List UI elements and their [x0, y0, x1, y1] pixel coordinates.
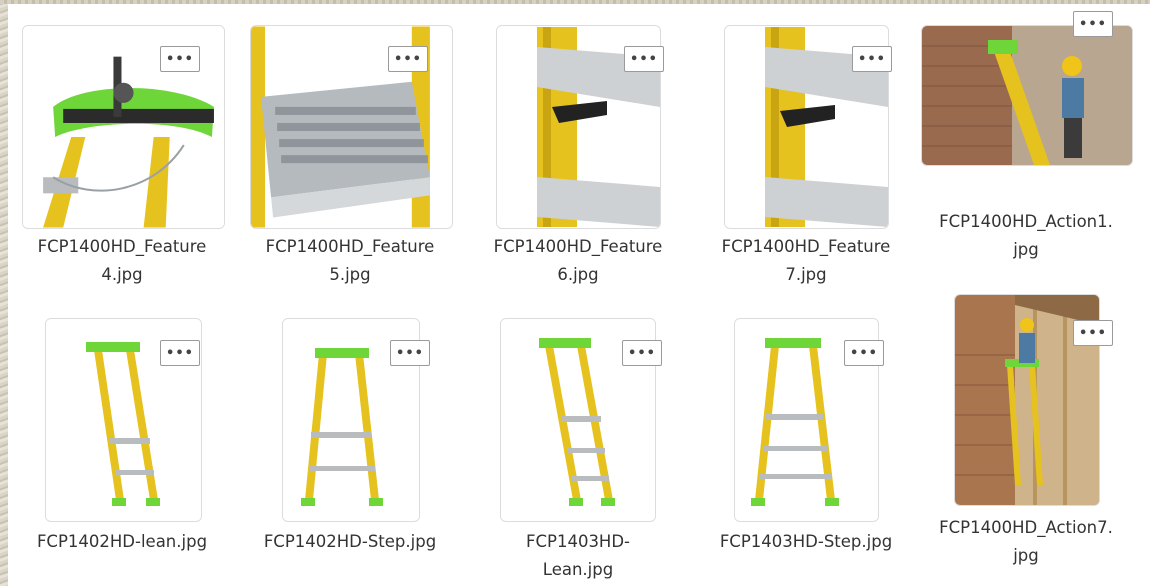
- file-tile[interactable]: ••• FCP1400HD_Action1. jpg: [920, 4, 1150, 294]
- more-options-button[interactable]: •••: [160, 340, 200, 366]
- worker-photo-image: [922, 26, 1132, 165]
- file-tile[interactable]: ••• FCP1403HD-Step.jpg: [692, 304, 920, 586]
- more-options-button[interactable]: •••: [624, 46, 664, 72]
- file-tile[interactable]: ••• FCP1400HD_Action7. jpg: [920, 288, 1150, 586]
- more-options-button[interactable]: •••: [388, 46, 428, 72]
- more-options-button[interactable]: •••: [622, 340, 662, 366]
- file-name-label: FCP1403HD- Lean.jpg: [525, 532, 631, 579]
- file-name-label: FCP1400HD_Feature 7.jpg: [721, 237, 891, 284]
- more-options-button[interactable]: •••: [390, 340, 430, 366]
- more-options-button[interactable]: •••: [1073, 320, 1113, 346]
- file-name-label: FCP1400HD_Feature 6.jpg: [493, 237, 663, 284]
- file-tile[interactable]: ••• FCP1400HD_Feature 4.jpg: [8, 4, 236, 294]
- file-tile[interactable]: ••• FCP1402HD-lean.jpg: [8, 304, 236, 586]
- file-name-label: FCP1400HD_Feature 4.jpg: [37, 237, 207, 284]
- more-options-button[interactable]: •••: [160, 46, 200, 72]
- file-grid-panel: ••• FCP1400HD_Feature 4.jpg ••• FCP1400H…: [8, 4, 1150, 586]
- file-tile[interactable]: ••• FCP1403HD- Lean.jpg: [464, 304, 692, 586]
- more-options-button[interactable]: •••: [852, 46, 892, 72]
- file-name-label: FCP1402HD-lean.jpg: [36, 532, 208, 551]
- more-options-button[interactable]: •••: [844, 340, 884, 366]
- file-name-label: FCP1400HD_Action1. jpg: [939, 212, 1113, 259]
- file-name-label: FCP1400HD_Action7. jpg: [939, 518, 1113, 565]
- file-tile[interactable]: ••• FCP1400HD_Feature 7.jpg: [692, 4, 920, 294]
- file-tile[interactable]: ••• FCP1400HD_Feature 5.jpg: [236, 4, 464, 294]
- file-name-label: FCP1402HD-Step.jpg: [263, 532, 437, 551]
- action-1-thumbnail[interactable]: [921, 25, 1133, 166]
- background-edge-left: [0, 0, 8, 586]
- file-name-label: FCP1400HD_Feature 5.jpg: [265, 237, 435, 284]
- file-tile[interactable]: ••• FCP1402HD-Step.jpg: [236, 304, 464, 586]
- file-tile[interactable]: ••• FCP1400HD_Feature 6.jpg: [464, 4, 692, 294]
- file-name-label: FCP1403HD-Step.jpg: [719, 532, 893, 551]
- more-options-button[interactable]: •••: [1073, 11, 1113, 37]
